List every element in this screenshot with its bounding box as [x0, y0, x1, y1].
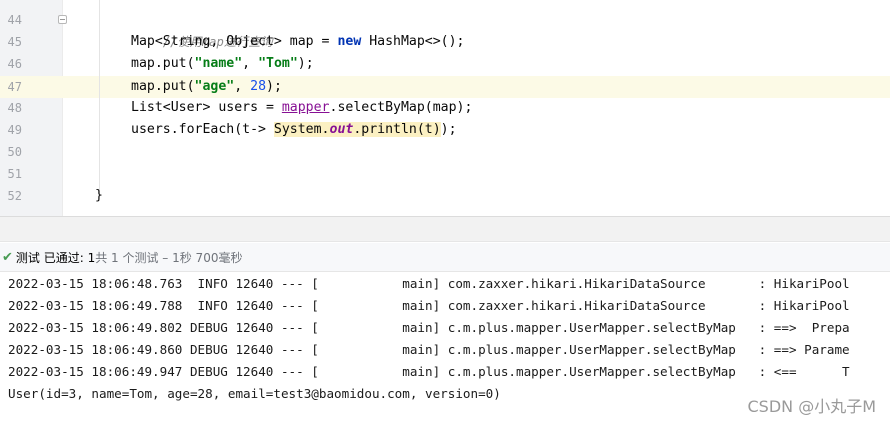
field-token: mapper: [281, 100, 330, 115]
line-number: 44: [7, 13, 22, 27]
code-token: List<User> users =: [131, 100, 282, 115]
code-token: .selectByMap(map);: [329, 100, 473, 115]
code-line-46[interactable]: map.put("name", "Tom");: [131, 53, 314, 75]
line-number: 47: [7, 80, 22, 94]
test-result-detail: 共 1 个测试 – 1秒 700毫秒: [95, 250, 243, 265]
highlighted-expression: System.out.println(t): [273, 122, 441, 137]
static-field-token: out: [329, 122, 354, 137]
test-status-bar: ✔ 测试 已通过: 1 共 1 个测试 – 1秒 700毫秒: [0, 243, 890, 272]
code-line-48[interactable]: List<User> users = mapper.selectByMap(ma…: [131, 97, 472, 119]
closing-brace: }: [95, 188, 103, 203]
console-line: 2022-03-15 18:06:49.947 DEBUG 12640 --- …: [8, 364, 850, 379]
console-line: 2022-03-15 18:06:49.860 DEBUG 12640 --- …: [8, 342, 850, 357]
code-line-47[interactable]: map.put("age", 28);: [131, 76, 282, 98]
number-token: 28: [250, 79, 267, 94]
line-number: 50: [7, 145, 22, 159]
code-line-45[interactable]: Map<String, Object> map = new HashMap<>(…: [131, 31, 464, 53]
line-number: 51: [7, 167, 22, 181]
code-token: );: [440, 122, 457, 137]
string-token: "age": [194, 79, 235, 94]
code-line-49[interactable]: users.forEach(t-> System.out.println(t))…: [131, 119, 457, 141]
code-token: System.: [273, 122, 330, 137]
string-token: "name": [194, 56, 243, 71]
fold-toggle-icon[interactable]: [58, 15, 67, 24]
line-number: 48: [7, 101, 22, 115]
string-token: "Tom": [258, 56, 298, 71]
test-result-label: 测试 已通过: 1: [15, 250, 96, 265]
code-token: .println(t): [353, 122, 441, 137]
code-token: users.forEach(t->: [131, 122, 274, 137]
check-icon: ✔: [2, 249, 13, 265]
line-number: 45: [7, 35, 22, 49]
code-token: );: [297, 56, 314, 71]
code-token: Map<String, Object> map =: [131, 34, 338, 49]
code-token: HashMap<>();: [361, 34, 465, 49]
code-token: map.put(: [131, 79, 195, 94]
code-token: ,: [234, 79, 251, 94]
code-token: );: [266, 79, 282, 94]
fold-strip: [62, 0, 100, 216]
code-token: map.put(: [131, 56, 195, 71]
console-line: 2022-03-15 18:06:49.788 INFO 12640 --- […: [8, 298, 850, 313]
console-line: 2022-03-15 18:06:49.802 DEBUG 12640 --- …: [8, 320, 850, 335]
line-number: 46: [7, 57, 22, 71]
indent-guide: [99, 0, 100, 196]
panel-divider[interactable]: [0, 216, 890, 242]
keyword-token: new: [337, 34, 362, 49]
console-line: User(id=3, name=Tom, age=28, email=test3…: [8, 386, 501, 401]
code-token: ,: [242, 56, 259, 71]
console-line: 2022-03-15 18:06:48.763 INFO 12640 --- […: [8, 276, 850, 291]
code-editor[interactable]: 44 45 46 47 48 49 50 51 52 //使用map进行查询 M…: [0, 0, 890, 216]
line-number: 49: [7, 123, 22, 137]
line-number: 52: [7, 189, 22, 203]
watermark: CSDN @小丸子M: [747, 397, 876, 416]
